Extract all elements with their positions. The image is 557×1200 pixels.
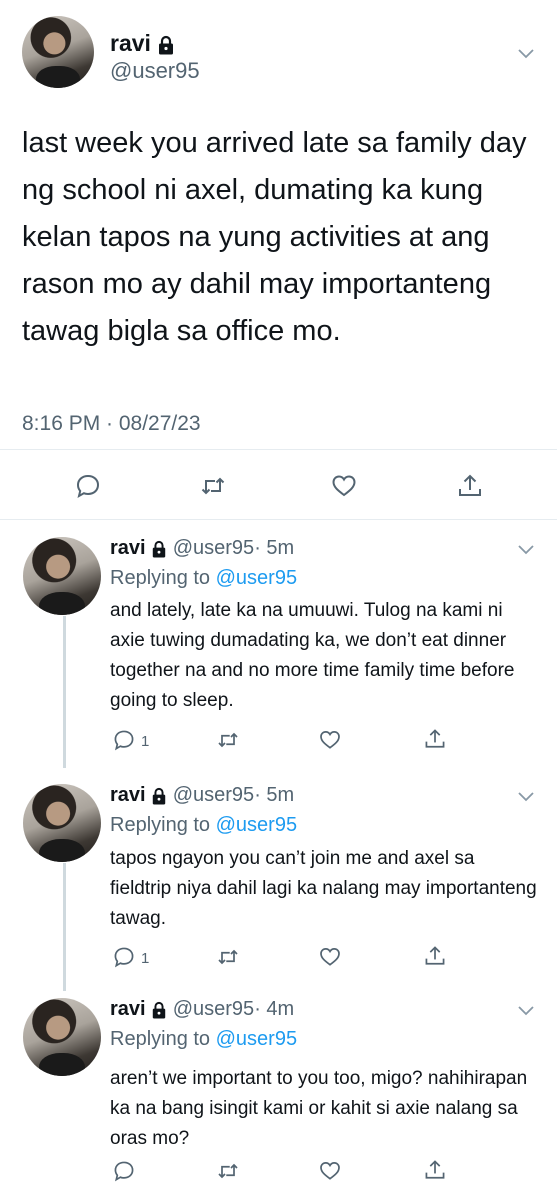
- replying-to-mention[interactable]: @user95: [216, 814, 297, 836]
- reply-icon: [114, 1161, 134, 1182]
- like-button[interactable]: [330, 472, 358, 500]
- share-icon: [425, 946, 445, 965]
- like-icon: [320, 947, 340, 966]
- replying-to: Replying to @user95: [110, 814, 297, 837]
- reply-time[interactable]: · 5m: [254, 537, 294, 559]
- reply-count: 1: [141, 950, 150, 967]
- replying-to: Replying to @user95: [110, 567, 297, 590]
- like-icon: [320, 730, 340, 749]
- like-button[interactable]: [318, 728, 342, 752]
- author-handle[interactable]: @user95: [173, 537, 254, 559]
- chevron-down-icon[interactable]: [516, 46, 536, 60]
- like-icon: [332, 475, 356, 497]
- replying-to: Replying to @user95: [110, 1028, 297, 1051]
- reply-text: and lately, late ka na umuuwi. Tulog na …: [110, 600, 515, 711]
- reply-text: tapos ngayon you can’t join me and axel …: [110, 848, 537, 929]
- reply-time[interactable]: · 4m: [254, 998, 294, 1020]
- reply-icon: [114, 730, 134, 751]
- lock-icon: [159, 35, 174, 55]
- share-icon: [425, 1160, 445, 1179]
- author-handle[interactable]: @user95: [173, 784, 254, 806]
- divider: [0, 519, 557, 520]
- replying-to-mention[interactable]: @user95: [216, 567, 297, 589]
- lock-icon: [152, 1001, 166, 1019]
- reply-text: aren’t we important to you too, migo? na…: [110, 1068, 528, 1149]
- reply-header: ravi @user95· 5m: [110, 537, 294, 560]
- divider: [0, 449, 557, 450]
- retweet-icon: [218, 732, 238, 748]
- share-button[interactable]: [423, 944, 447, 968]
- replying-to-label: Replying to: [110, 814, 216, 836]
- thread-line: [63, 616, 66, 768]
- like-button[interactable]: [318, 1159, 342, 1183]
- chevron-down-icon[interactable]: [516, 542, 536, 556]
- reply-count: 1: [141, 733, 150, 750]
- share-button[interactable]: [423, 1158, 447, 1182]
- replying-to-label: Replying to: [110, 567, 216, 589]
- author-handle[interactable]: @user95: [173, 998, 254, 1020]
- author-display-name[interactable]: ravi: [110, 784, 146, 806]
- share-button[interactable]: [456, 472, 484, 500]
- author-display-name[interactable]: ravi: [110, 30, 151, 56]
- author-display-name[interactable]: ravi: [110, 537, 146, 559]
- reply-button[interactable]: [112, 728, 136, 752]
- tweet-text: last week you arrived late sa family day…: [22, 127, 527, 347]
- author-handle[interactable]: @user95: [110, 58, 200, 84]
- thread-line: [63, 863, 66, 991]
- reply-button[interactable]: [112, 1159, 136, 1183]
- retweet-icon: [218, 1163, 238, 1179]
- reply-icon: [76, 474, 100, 499]
- retweet-button[interactable]: [216, 728, 240, 752]
- retweet-icon: [218, 949, 238, 965]
- retweet-button[interactable]: [199, 472, 227, 500]
- reply-header: ravi @user95· 5m: [110, 784, 294, 807]
- share-button[interactable]: [423, 727, 447, 751]
- replying-to-label: Replying to: [110, 1028, 216, 1050]
- author-display-name[interactable]: ravi: [110, 998, 146, 1020]
- reply-icon: [114, 947, 134, 968]
- reply-button[interactable]: [112, 945, 136, 969]
- reply-button[interactable]: [74, 472, 102, 500]
- tweet-timestamp[interactable]: 8:16 PM · 08/27/23: [22, 412, 201, 436]
- like-icon: [320, 1161, 340, 1180]
- retweet-icon: [201, 477, 225, 495]
- avatar[interactable]: [23, 998, 101, 1076]
- chevron-down-icon[interactable]: [516, 789, 536, 803]
- lock-icon: [152, 540, 166, 558]
- retweet-button[interactable]: [216, 1159, 240, 1183]
- avatar[interactable]: [23, 784, 101, 862]
- share-icon: [425, 729, 445, 748]
- share-icon: [459, 474, 481, 496]
- retweet-button[interactable]: [216, 945, 240, 969]
- reply-header: ravi @user95· 4m: [110, 998, 294, 1021]
- avatar[interactable]: [23, 537, 101, 615]
- avatar[interactable]: [22, 16, 94, 88]
- reply-time[interactable]: · 5m: [254, 784, 294, 806]
- replying-to-mention[interactable]: @user95: [216, 1028, 297, 1050]
- author-name[interactable]: ravi: [110, 30, 175, 57]
- chevron-down-icon[interactable]: [516, 1003, 536, 1017]
- lock-icon: [152, 787, 166, 805]
- like-button[interactable]: [318, 945, 342, 969]
